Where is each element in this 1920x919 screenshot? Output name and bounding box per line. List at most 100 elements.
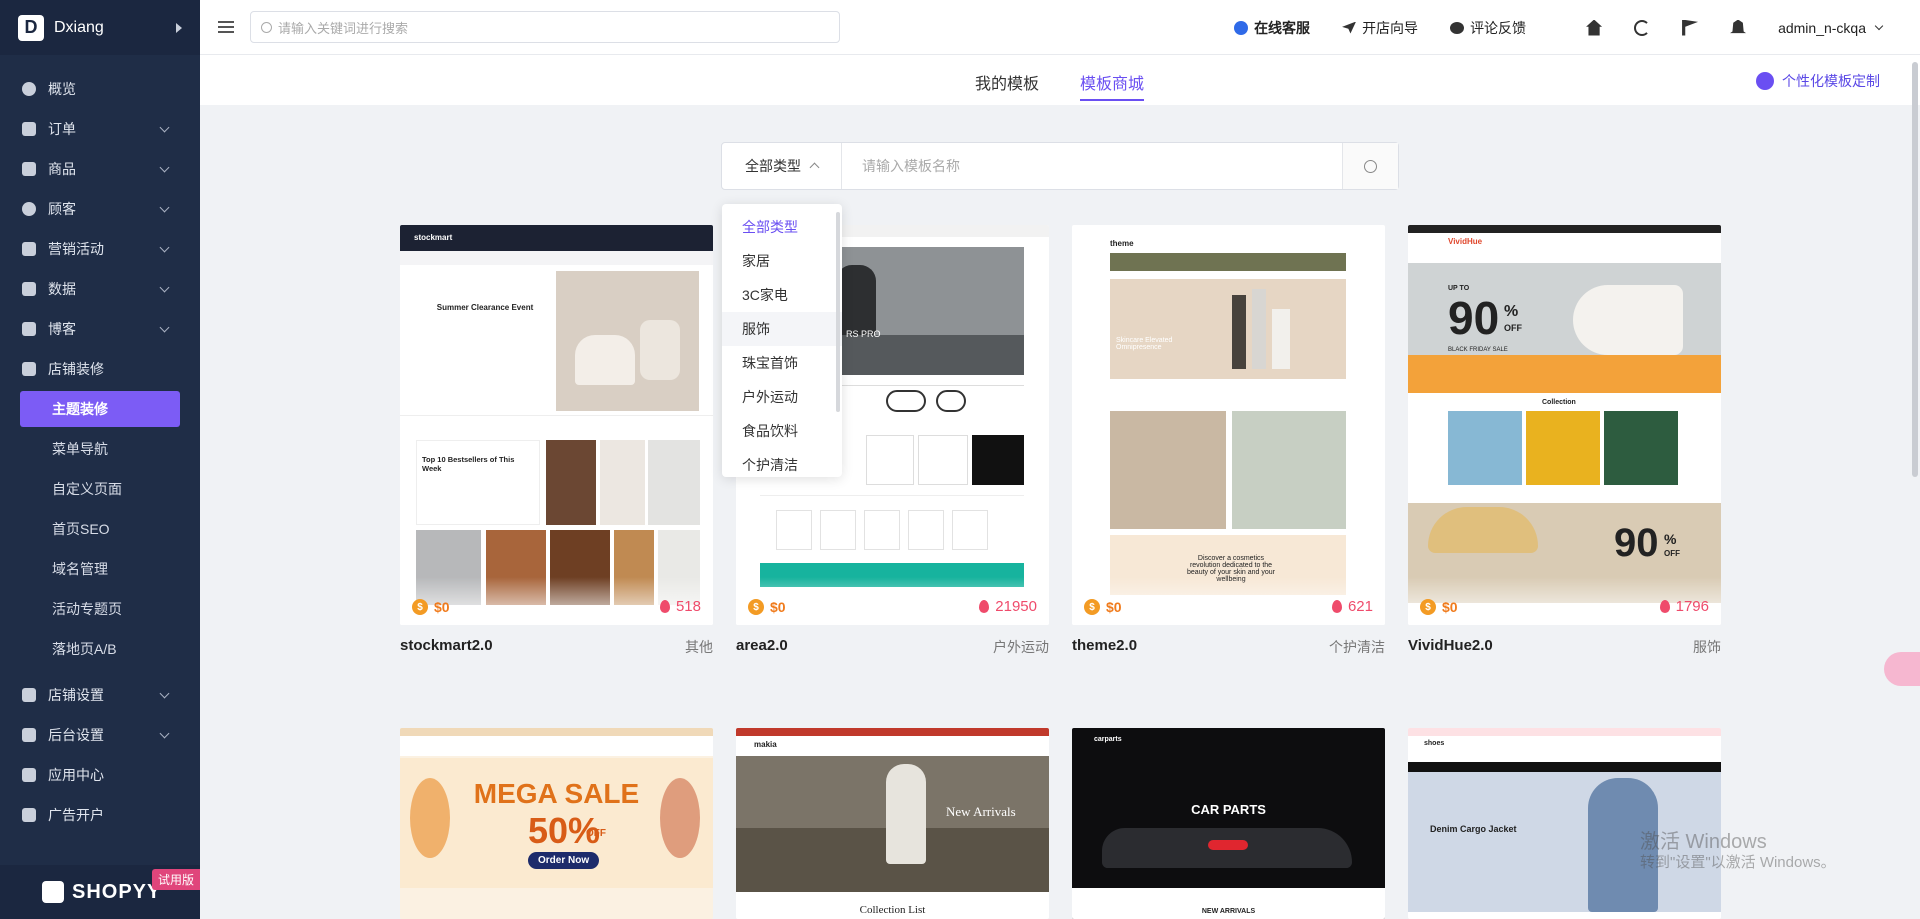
sidebar-subitem-domain[interactable]: 域名管理 xyxy=(0,549,200,589)
preview-logo: VividHue xyxy=(1448,237,1483,246)
template-thumbnail[interactable]: MEGA SALE 50% OFF Order Now xyxy=(400,728,713,919)
dropdown-option[interactable]: 3C家电 xyxy=(722,278,842,312)
sidebar-subitem-seo[interactable]: 首页SEO xyxy=(0,509,200,549)
flame-icon xyxy=(1331,600,1342,613)
template-card[interactable]: theme Skincare Elevated Omnipresence Dis… xyxy=(1072,225,1385,657)
template-name-input[interactable]: 请输入模板名称 xyxy=(842,143,1342,189)
product-icon xyxy=(22,162,36,176)
template-thumbnail[interactable]: stockmart Summer Clearance Event Top 10 … xyxy=(400,225,713,625)
sidebar-item-products[interactable]: 商品 xyxy=(0,149,200,189)
search-icon xyxy=(1364,159,1377,173)
feedback-link[interactable]: 评论反馈 xyxy=(1450,18,1526,38)
template-card[interactable]: VividHue UP TO 90 % OFF BLACK FRIDAY SAL… xyxy=(1408,225,1721,657)
dropdown-option[interactable]: 服饰 xyxy=(722,312,842,346)
sidebar-item-label: 店铺装修 xyxy=(48,361,104,377)
dropdown-option[interactable]: 珠宝首饰 xyxy=(722,346,842,380)
sidebar-item-data[interactable]: 数据 xyxy=(0,269,200,309)
sidebar-subitem-campaign[interactable]: 活动专题页 xyxy=(0,589,200,629)
shopping-bag-icon xyxy=(42,881,64,903)
sidebar-item-app-center[interactable]: 应用中心 xyxy=(0,755,200,795)
sidebar-subitem-theme[interactable]: 主题装修 xyxy=(20,391,180,427)
preview-headline: New Arrivals xyxy=(946,804,1016,819)
chevron-down-icon xyxy=(159,202,170,212)
search-button[interactable] xyxy=(1342,143,1398,189)
template-filter: 全部类型 请输入模板名称 xyxy=(721,142,1399,190)
preview-off: OFF xyxy=(1504,323,1522,333)
template-price: $ $0 xyxy=(1420,599,1458,615)
global-search-input[interactable]: 请输入关键词进行搜索 xyxy=(250,11,840,43)
user-menu[interactable]: admin_n-ckqa xyxy=(1778,20,1884,36)
order-icon xyxy=(22,122,36,136)
preview-hero-text: RS PRO xyxy=(846,329,881,339)
template-card[interactable]: makia New Arrivals Collection List xyxy=(736,728,1049,919)
sidebar-item-marketing[interactable]: 营销活动 xyxy=(0,229,200,269)
marketing-icon xyxy=(22,242,36,256)
sidebar-item-label: 订单 xyxy=(48,121,76,137)
sidebar-subitem-landing-ab[interactable]: 落地页A/B xyxy=(0,629,200,669)
chevron-right-icon xyxy=(176,22,182,33)
dropdown-option[interactable]: 全部类型 xyxy=(722,210,842,244)
preview-bestsellers: Top 10 Bestsellers of This Week xyxy=(422,455,515,473)
sidebar-subitem-menu[interactable]: 菜单导航 xyxy=(0,429,200,469)
main-nav: 概览 订单 商品 顾客 营销活动 数据 博客 店铺装修 主题装修 菜单导航 自定… xyxy=(0,55,200,835)
preview-logo: carparts xyxy=(1094,736,1122,743)
chevron-down-icon xyxy=(159,282,170,292)
template-thumbnail[interactable]: makia New Arrivals Collection List xyxy=(736,728,1049,919)
open-guide-link[interactable]: 开店向导 xyxy=(1342,18,1418,38)
template-price: $ $0 xyxy=(748,599,786,615)
template-price: $ $0 xyxy=(412,599,450,615)
custom-template-link[interactable]: 个性化模板定制 xyxy=(1756,71,1880,91)
template-name: area2.0 xyxy=(736,637,788,654)
translate-float-button[interactable] xyxy=(1884,652,1920,686)
hamburger-icon[interactable] xyxy=(218,21,234,33)
template-card[interactable]: carparts CAR PARTS NEW ARRIVALS xyxy=(1072,728,1385,919)
dropdown-option[interactable]: 户外运动 xyxy=(722,380,842,414)
type-select[interactable]: 全部类型 xyxy=(722,143,842,189)
flag-icon[interactable] xyxy=(1682,19,1699,36)
tab-my-templates[interactable]: 我的模板 xyxy=(975,70,1039,94)
sidebar-subitem-custom-page[interactable]: 自定义页面 xyxy=(0,469,200,509)
template-thumbnail[interactable]: carparts CAR PARTS NEW ARRIVALS xyxy=(1072,728,1385,919)
template-name: theme2.0 xyxy=(1072,637,1138,654)
sidebar-item-label: 后台设置 xyxy=(48,727,104,743)
template-thumbnail[interactable]: VividHue UP TO 90 % OFF BLACK FRIDAY SAL… xyxy=(1408,225,1721,625)
template-card[interactable]: shoes Denim Cargo Jacket xyxy=(1408,728,1721,919)
windows-activation-watermark: 激活 Windows xyxy=(1640,831,1767,853)
preview-mega-off: OFF xyxy=(586,828,606,839)
online-service-label: 在线客服 xyxy=(1254,19,1311,36)
sidebar-item-blog[interactable]: 博客 xyxy=(0,309,200,349)
sidebar-item-orders[interactable]: 订单 xyxy=(0,109,200,149)
sidebar-item-store-design[interactable]: 店铺装修 xyxy=(0,349,200,389)
dropdown-option[interactable]: 食品饮料 xyxy=(722,414,842,448)
online-service-link[interactable]: 在线客服 xyxy=(1234,18,1310,38)
preview-discount-2: 90 xyxy=(1614,521,1659,565)
template-thumbnail[interactable]: shoes Denim Cargo Jacket xyxy=(1408,728,1721,919)
template-card[interactable]: MEGA SALE 50% OFF Order Now xyxy=(400,728,713,919)
refresh-icon[interactable] xyxy=(1634,19,1651,36)
template-thumbnail[interactable]: theme Skincare Elevated Omnipresence Dis… xyxy=(1072,225,1385,625)
flame-icon xyxy=(979,600,990,613)
home-icon[interactable] xyxy=(1586,19,1603,36)
dropdown-scrollbar[interactable] xyxy=(836,212,840,412)
page-scrollbar[interactable] xyxy=(1912,62,1918,477)
sidebar-item-label: 广告开户 xyxy=(48,807,104,823)
sidebar-item-admin-settings[interactable]: 后台设置 xyxy=(0,715,200,755)
preview-collection-list: Collection List xyxy=(859,904,926,916)
bell-icon[interactable] xyxy=(1730,19,1747,34)
admin-settings-icon xyxy=(22,728,36,742)
dropdown-option[interactable]: 个护清洁 xyxy=(722,448,842,477)
brand-switcher[interactable]: D Dxiang xyxy=(0,0,200,55)
chevron-up-icon xyxy=(809,162,820,173)
preview-percent-2: % xyxy=(1664,531,1677,547)
preview-logo: shoes xyxy=(1424,740,1445,747)
sidebar-item-customers[interactable]: 顾客 xyxy=(0,189,200,229)
template-card[interactable]: stockmart Summer Clearance Event Top 10 … xyxy=(400,225,713,657)
dropdown-option[interactable]: 家居 xyxy=(722,244,842,278)
sidebar: D Dxiang 概览 订单 商品 顾客 营销活动 数据 博客 店铺装修 主题装… xyxy=(0,0,200,919)
sidebar-item-ads[interactable]: 广告开户 xyxy=(0,795,200,835)
tab-template-store[interactable]: 模板商城 xyxy=(1080,70,1145,101)
brand-logo: D xyxy=(18,14,44,41)
type-select-value: 全部类型 xyxy=(745,158,801,174)
sidebar-item-overview[interactable]: 概览 xyxy=(0,69,200,109)
sidebar-item-store-settings[interactable]: 店铺设置 xyxy=(0,675,200,715)
